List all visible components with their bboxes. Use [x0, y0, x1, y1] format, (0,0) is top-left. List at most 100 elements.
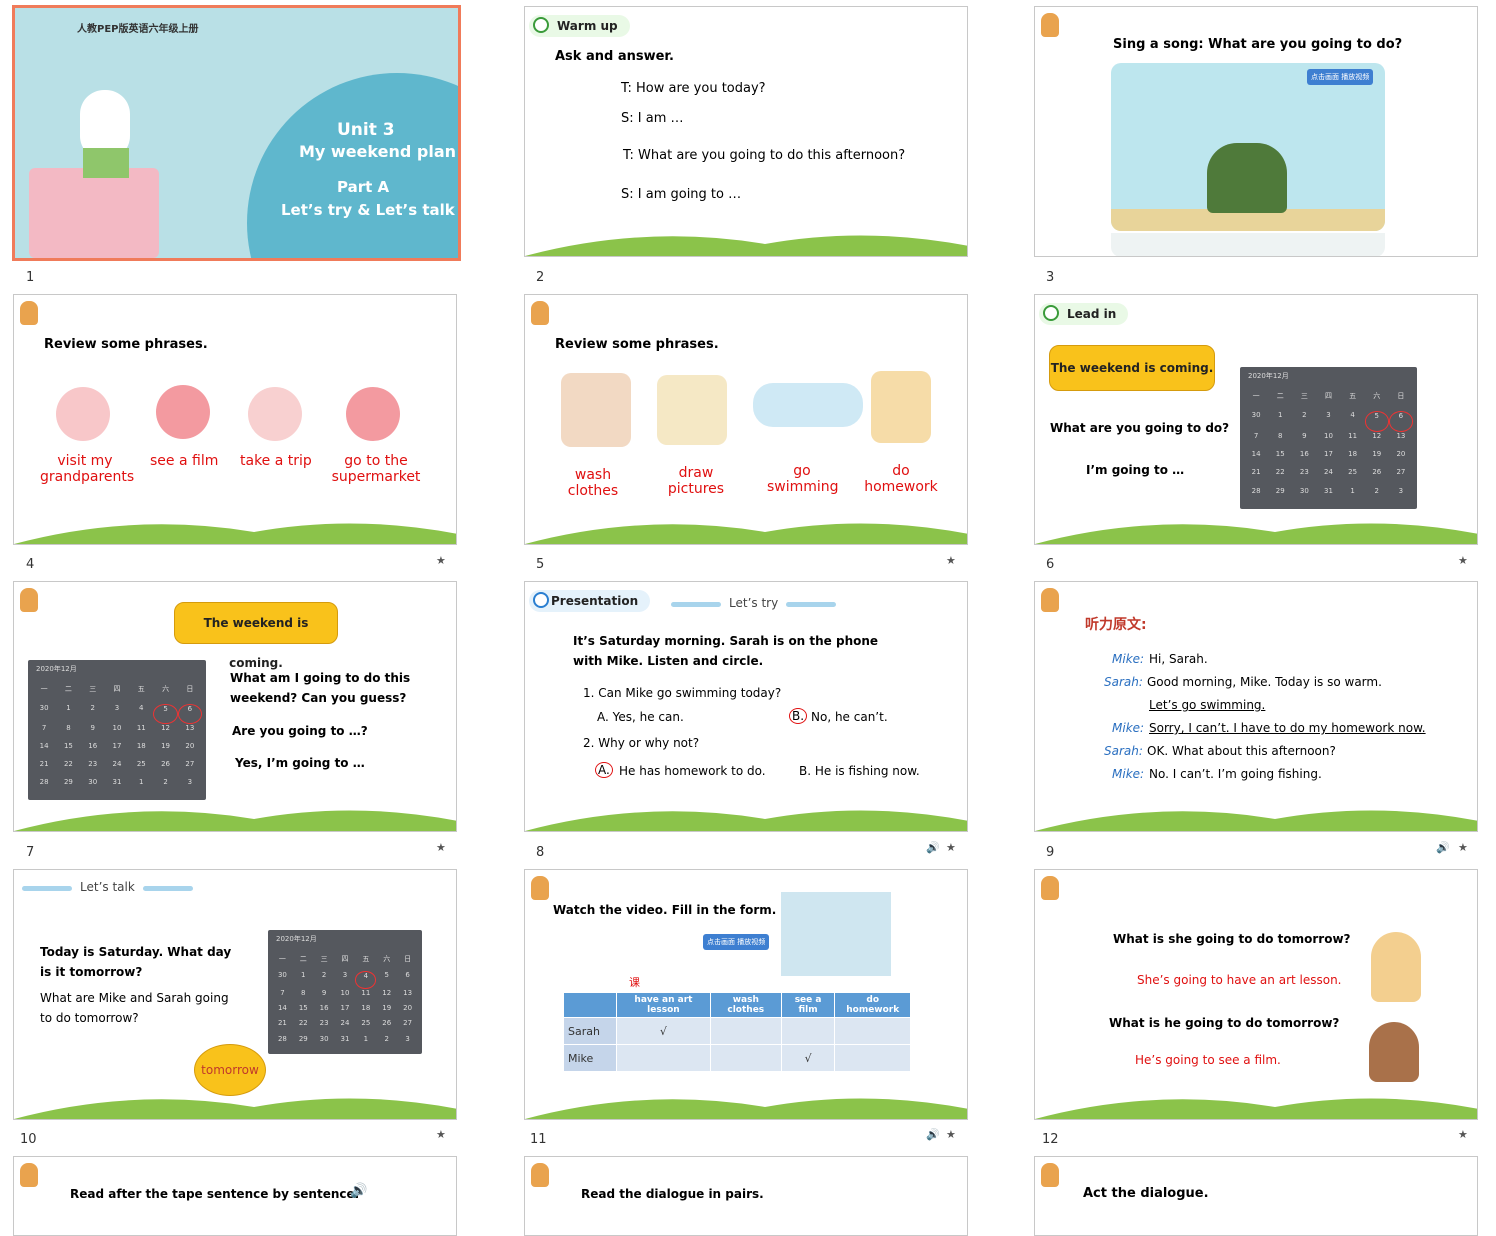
speaker-name: Mike: — [1112, 767, 1145, 781]
video-thumbnail[interactable]: 点击画面 播放视频 — [1111, 63, 1385, 231]
clock-icon — [1043, 305, 1059, 321]
slide-number: 4 — [26, 557, 35, 572]
dialog-text: Good morning, Mike. Today is so warm. — [1147, 675, 1382, 689]
slide-thumbnail-1[interactable]: 人教PEP版英语六年级上册 Unit 3 My weekend plan Par… — [12, 5, 461, 261]
dialog-line: S: I am going to … — [621, 187, 742, 202]
play-video-button[interactable]: 点击画面 播放视频 — [703, 934, 770, 950]
slide-number: 5 — [536, 557, 545, 572]
dialog-text: OK. What about this afternoon? — [1147, 744, 1336, 758]
slide-thumbnail-6[interactable]: Lead in The weekend is coming. What are … — [1034, 294, 1478, 545]
calendar-image: 2020年12月 一二三四五六日 30 1 2 3 4 5 6 7 8 9 10 11 12 13 14… — [1240, 367, 1417, 509]
slide-thumbnail-9[interactable]: 听力原文: Mike: Hi, Sarah. Sarah: Good morni… — [1034, 581, 1478, 832]
slide-thumbnail-8[interactable]: Presentation Let’s try It’s Saturday mor… — [524, 581, 968, 832]
question-text: Are you going to …? — [232, 724, 368, 738]
washing-picture — [561, 373, 631, 447]
kid-icon — [1041, 876, 1059, 900]
footer-scenery — [14, 810, 456, 831]
kid-icon — [531, 1163, 549, 1187]
question-text: What is he going to do tomorrow? — [1109, 1016, 1340, 1030]
slide-thumbnail-14[interactable]: Read the dialogue in pairs. — [524, 1156, 968, 1236]
slide-thumbnail-12[interactable]: What is she going to do tomorrow? She’s … — [1034, 869, 1478, 1120]
kid-icon — [531, 301, 549, 325]
form-cell: √ — [780, 1044, 836, 1072]
speaker-name: Sarah: — [1104, 675, 1143, 689]
form-cell — [709, 1044, 782, 1072]
form-row-label: Sarah — [563, 1017, 617, 1045]
slide-thumbnail-2[interactable]: Warm up Ask and answer. T: How are you t… — [524, 6, 968, 257]
question-2: 2. Why or why not? — [583, 736, 700, 750]
video-thumbnail[interactable] — [781, 892, 891, 976]
slide-thumbnail-3[interactable]: Sing a song: What are you going to do? 点… — [1034, 6, 1478, 257]
kid-icon — [20, 588, 38, 612]
question-text: What are Mike and Sarah going to do tomo… — [40, 991, 229, 1025]
subtitle: Let’s try & Let’s talk — [281, 201, 455, 219]
speaker-name: Mike: — [1112, 721, 1145, 735]
homework-picture — [871, 371, 931, 443]
audio-speaker-icon: 🔊 — [926, 1128, 940, 1141]
option-a: A. Yes, he can. — [597, 710, 684, 724]
transition-star-icon: ★ — [946, 841, 956, 854]
footer-scenery — [525, 810, 967, 831]
answer-text: She’s going to have an art lesson. — [1137, 973, 1342, 987]
answer-text: He’s going to see a film. — [1135, 1053, 1281, 1067]
phrase-label: go swimming — [767, 463, 839, 495]
lets-talk-banner: Let’s talk — [22, 880, 193, 894]
form-cell — [616, 1044, 711, 1072]
part-label: Part A — [337, 178, 390, 196]
speaker-icon: 🔊 — [350, 1183, 368, 1199]
question-text: What am I going to do this weekend? Can … — [230, 671, 411, 705]
footer-scenery — [1035, 523, 1477, 544]
calendar-grid: 一二三四五六日 30 1 2 3 4 5 6 7 8 9 10 11 12 13 14 15 16 17 18 1… — [1244, 391, 1413, 505]
answer-text: Yes, I’m going to … — [235, 756, 365, 770]
grandparents-picture — [56, 387, 110, 441]
phrase-label: see a film — [150, 453, 219, 469]
book-illustration — [83, 148, 129, 178]
kid-icon — [20, 301, 38, 325]
slide-thumbnail-15[interactable]: Act the dialogue. — [1034, 1156, 1478, 1236]
drawing-picture — [657, 375, 727, 445]
dialog-line: T: What are you going to do this afterno… — [623, 148, 906, 163]
lesson-char: 课 — [629, 976, 640, 989]
lets-try-banner: Let’s try — [670, 596, 837, 610]
slide-number: 10 — [20, 1132, 37, 1147]
callout-bubble: The weekend is coming. — [174, 602, 338, 670]
slide-thumbnail-5[interactable]: Review some phrases. wash clothes draw p… — [524, 294, 968, 545]
calendar-month: 2020年12月 — [1248, 372, 1289, 380]
calendar-image: 2020年12月 一二三四五六日 30 1 2 3 4 5 6 7 8 9 10 11 12 13 14… — [268, 930, 422, 1054]
clock-icon — [533, 17, 549, 33]
slide-thumbnail-4[interactable]: Review some phrases. visit my grandparen… — [13, 294, 457, 545]
kid-icon — [531, 876, 549, 900]
slide-number: 2 — [536, 270, 545, 285]
footer-scenery — [525, 1098, 967, 1119]
kid-icon — [20, 1163, 38, 1187]
form-col-header: have an art lesson — [616, 992, 711, 1018]
phrase-label: visit my grandparents — [40, 453, 135, 485]
phrase-label: wash clothes — [567, 467, 619, 499]
slide-heading: Review some phrases. — [44, 337, 208, 352]
slide-number: 3 — [1046, 270, 1055, 285]
slide-heading: Read the dialogue in pairs. — [581, 1187, 764, 1201]
fill-in-form: have an art lesson wash clothes see a fi… — [563, 992, 911, 1072]
option-b-text: No, he can’t. — [811, 710, 888, 724]
transition-star-icon: ★ — [1458, 1128, 1468, 1141]
transition-star-icon: ★ — [1458, 841, 1468, 854]
soldier-illustration — [1207, 143, 1287, 213]
callout-bubble: The weekend is coming. — [1049, 345, 1215, 391]
slide-heading: Act the dialogue. — [1083, 1186, 1209, 1201]
dialog-text: Sorry, I can’t. I have to do my homework… — [1149, 721, 1426, 735]
swimming-picture — [753, 383, 863, 427]
slide-heading: Ask and answer. — [555, 49, 674, 64]
film-ticket-picture — [156, 385, 210, 439]
slide-thumbnail-11[interactable]: Watch the video. Fill in the form. 点击画面 … — [524, 869, 968, 1120]
phrase-label: take a trip — [240, 453, 312, 469]
footer-scenery — [525, 523, 967, 544]
slide-number: 9 — [1046, 845, 1055, 860]
kid-icon — [1041, 588, 1059, 612]
play-video-button[interactable]: 点击画面 播放视频 — [1307, 69, 1374, 85]
slide-thumbnail-7[interactable]: The weekend is coming. 2020年12月 一二三四五六日 … — [13, 581, 457, 832]
form-col-header: wash clothes — [709, 992, 782, 1018]
dialog-line: T: How are you today? — [621, 81, 766, 96]
slide-thumbnail-13[interactable]: Read after the tape sentence by sentence… — [13, 1156, 457, 1236]
slide-number: 8 — [536, 845, 545, 860]
slide-thumbnail-10[interactable]: Let’s talk Today is Saturday. What day i… — [13, 869, 457, 1120]
